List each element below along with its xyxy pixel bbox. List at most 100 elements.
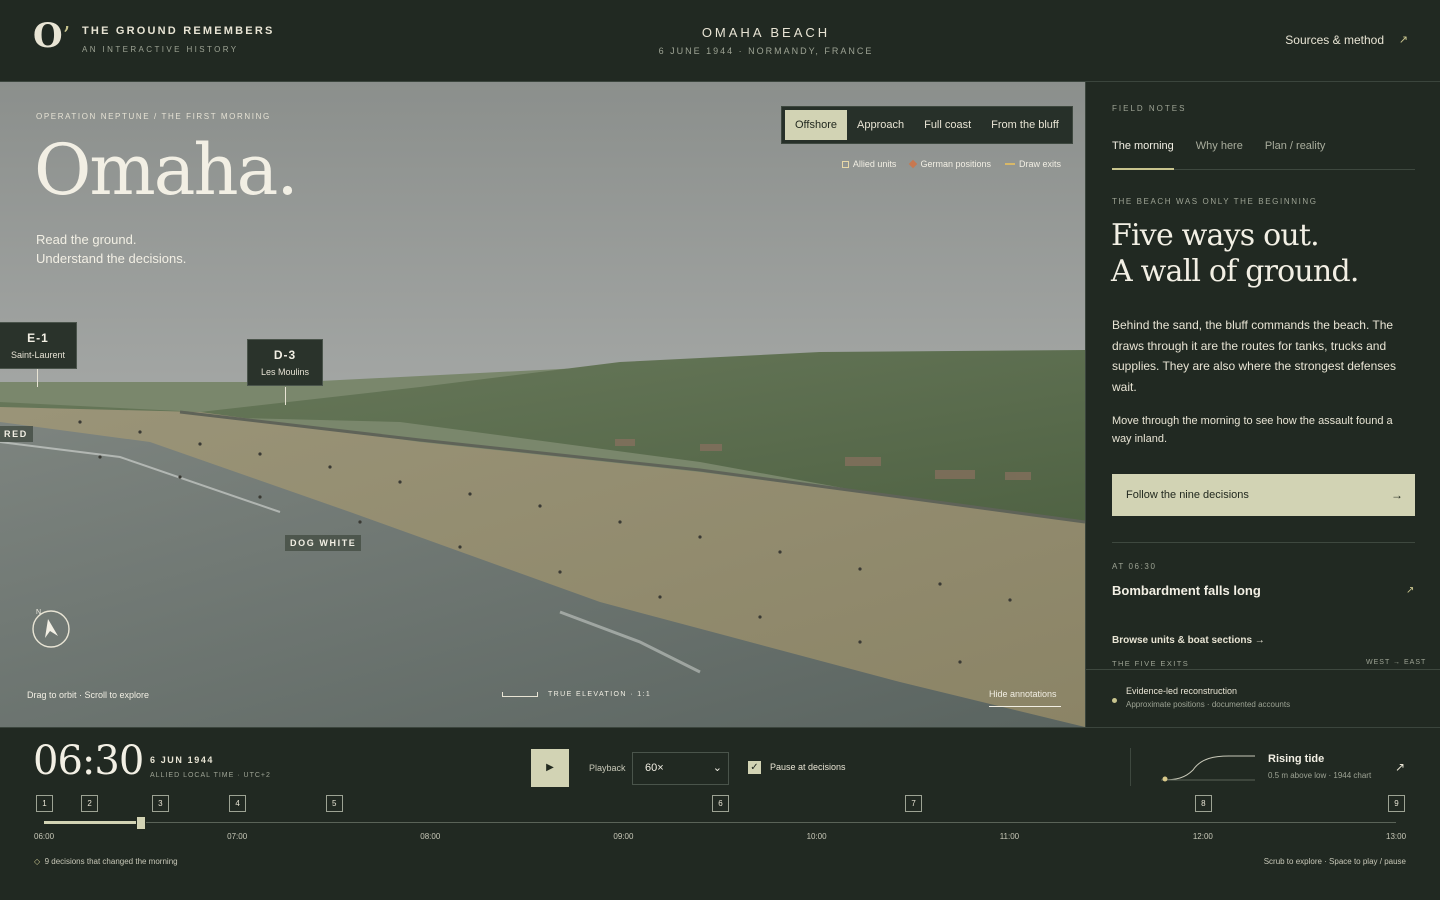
playback-speed-select[interactable]: 60× ⌄ — [632, 752, 729, 785]
time-zone: ALLIED LOCAL TIME · UTC+2 — [150, 772, 271, 779]
hide-annotations-button[interactable]: Hide annotations — [989, 689, 1061, 707]
hour-tick-label: 09:00 — [613, 832, 634, 841]
legend-item: Allied units — [841, 159, 896, 169]
exits-direction: WEST → EAST — [1366, 659, 1427, 666]
section-heading: A wall of ground. — [1111, 254, 1359, 289]
pause-at-decisions-checkbox[interactable]: ✓ — [748, 761, 761, 774]
tab-full-coast[interactable]: Full coast — [914, 110, 981, 140]
hour-tick-label: 13:00 — [1386, 832, 1407, 841]
decision-marker-9[interactable]: 9 — [1388, 795, 1405, 812]
decisions-note-text: 9 decisions that changed the morning — [44, 857, 178, 866]
divider — [1112, 542, 1415, 543]
sources-method-link[interactable]: Sources & method — [1285, 33, 1384, 47]
hour-tick-label: 10:00 — [806, 832, 827, 841]
scale-bar — [502, 692, 538, 697]
keyboard-hint: Scrub to explore · Space to play / pause — [1263, 857, 1406, 866]
reconstruction-note: Evidence-led reconstruction Approximate … — [1086, 669, 1440, 727]
line-icon — [1004, 163, 1015, 165]
section-kicker: THE BEACH WAS ONLY THE BEGINNING — [1112, 197, 1318, 206]
tide-sparkline[interactable] — [1157, 748, 1257, 788]
exit-name: Saint-Laurent — [10, 350, 66, 360]
arrow-right-icon: → — [1391, 488, 1403, 502]
intro-line: Read the ground. — [36, 232, 137, 247]
current-time: 06:30 — [33, 738, 144, 784]
decision-marker-4[interactable]: 4 — [229, 795, 247, 812]
legend-label: Draw exits — [1018, 159, 1061, 169]
external-arrow-icon[interactable]: ↗ — [1406, 585, 1414, 596]
tab-plan-reality[interactable]: Plan / reality — [1265, 134, 1326, 169]
exit-label-d3[interactable]: D-3 Les Moulins — [247, 339, 323, 386]
body-paragraph: Behind the sand, the bluff commands the … — [1112, 318, 1396, 394]
place-subtitle: 6 JUNE 1944 · NORMANDY, FRANCE — [658, 46, 874, 56]
divider — [1130, 748, 1131, 786]
tide-subtitle: 0.5 m above low · 1944 chart — [1268, 771, 1372, 780]
timeline-bar: 06:30 6 JUN 1944 ALLIED LOCAL TIME · UTC… — [0, 727, 1440, 900]
decision-marker-5[interactable]: 5 — [325, 795, 343, 812]
tab-why-here[interactable]: Why here — [1196, 134, 1243, 169]
hour-tick-label: 07:00 — [227, 832, 248, 841]
exit-stem — [285, 387, 286, 405]
legend-item: German positions — [909, 159, 991, 169]
panel-label: FIELD NOTES — [1112, 104, 1187, 113]
decision-marker-8[interactable]: 8 — [1194, 795, 1212, 812]
hour-tick-label: 12:00 — [1192, 832, 1213, 841]
play-button[interactable]: ▶ — [531, 749, 569, 787]
external-arrow-icon[interactable]: ↗ — [1395, 760, 1405, 774]
diamond-icon — [909, 159, 918, 169]
decision-marker-7[interactable]: 7 — [905, 795, 923, 812]
decisions-note: ◇ 9 decisions that changed the morning — [34, 857, 178, 866]
event-title-link[interactable]: Bombardment falls long — [1112, 583, 1261, 598]
chevron-down-icon: ⌄ — [712, 762, 722, 774]
exit-stem — [37, 369, 38, 387]
app-header: O’ THE GROUND REMEMBERS AN INTERACTIVE H… — [0, 0, 1440, 82]
body-paragraph: Move through the morning to see how the … — [1112, 415, 1393, 445]
diamond-icon: ◇ — [34, 857, 41, 866]
beach-3d-view[interactable]: OPERATION NEPTUNE / THE FIRST MORNING Om… — [0, 82, 1085, 727]
place-title: OMAHA BEACH — [701, 25, 831, 40]
timeline-track[interactable] — [44, 822, 1396, 823]
decision-marker-6[interactable]: 6 — [712, 795, 729, 812]
legend-item: Draw exits — [1004, 159, 1061, 169]
button-label: Follow the nine decisions — [1126, 489, 1249, 501]
camera-view-tabs: Offshore Approach Full coast From the bl… — [781, 106, 1073, 144]
exit-label-e1[interactable]: E-1 Saint-Laurent — [0, 322, 77, 369]
current-date: 6 JUN 1944 — [150, 755, 215, 765]
hour-tick-label: 06:00 — [34, 832, 55, 841]
timeline-progress — [44, 821, 141, 824]
follow-decisions-button[interactable]: Follow the nine decisions → — [1112, 474, 1415, 516]
scale-label: TRUE ELEVATION · 1:1 — [548, 691, 652, 698]
interaction-hint: Drag to orbit · Scroll to explore — [27, 690, 150, 700]
speed-value: 60× — [645, 762, 664, 774]
compass-icon[interactable] — [30, 608, 72, 650]
exit-name: Les Moulins — [260, 367, 310, 377]
decision-marker-1[interactable]: 1 — [36, 795, 53, 812]
timeline-scrubber[interactable] — [135, 816, 146, 830]
page-title: Omaha. — [34, 129, 299, 211]
square-icon — [841, 160, 849, 168]
tab-approach[interactable]: Approach — [847, 110, 914, 140]
sector-label-dog-white[interactable]: DOG WHITE — [285, 535, 362, 551]
browse-units-link[interactable]: Browse units & boat sections → — [1112, 635, 1265, 646]
intro-line: Understand the decisions. — [36, 251, 187, 266]
map-legend: Allied units German positions Draw exits — [841, 159, 1061, 169]
tab-from-the-bluff[interactable]: From the bluff — [981, 110, 1069, 140]
tab-offshore[interactable]: Offshore — [785, 110, 847, 140]
exit-code: E-1 — [27, 331, 49, 345]
legend-label: German positions — [920, 159, 991, 169]
hour-tick-label: 08:00 — [420, 832, 441, 841]
checkbox-label: Pause at decisions — [770, 762, 846, 772]
event-time: AT 06:30 — [1112, 562, 1157, 571]
note-subtitle: Approximate positions · documented accou… — [1126, 700, 1291, 709]
tab-the-morning[interactable]: The morning — [1112, 134, 1174, 170]
field-notes-tabs: The morning Why here Plan / reality — [1112, 134, 1415, 170]
section-heading: Five ways out. — [1111, 218, 1320, 253]
sector-label-red[interactable]: RED — [0, 426, 33, 442]
external-arrow-icon[interactable]: ↗ — [1399, 33, 1408, 46]
decision-marker-2[interactable]: 2 — [81, 795, 99, 812]
playback-label: Playback — [589, 763, 626, 773]
field-notes-panel: FIELD NOTES The morning Why here Plan / … — [1085, 82, 1440, 727]
decision-marker-3[interactable]: 3 — [151, 795, 169, 812]
exit-code: D-3 — [273, 348, 297, 362]
status-dot-icon — [1112, 698, 1117, 703]
hour-tick-label: 11:00 — [999, 832, 1020, 841]
